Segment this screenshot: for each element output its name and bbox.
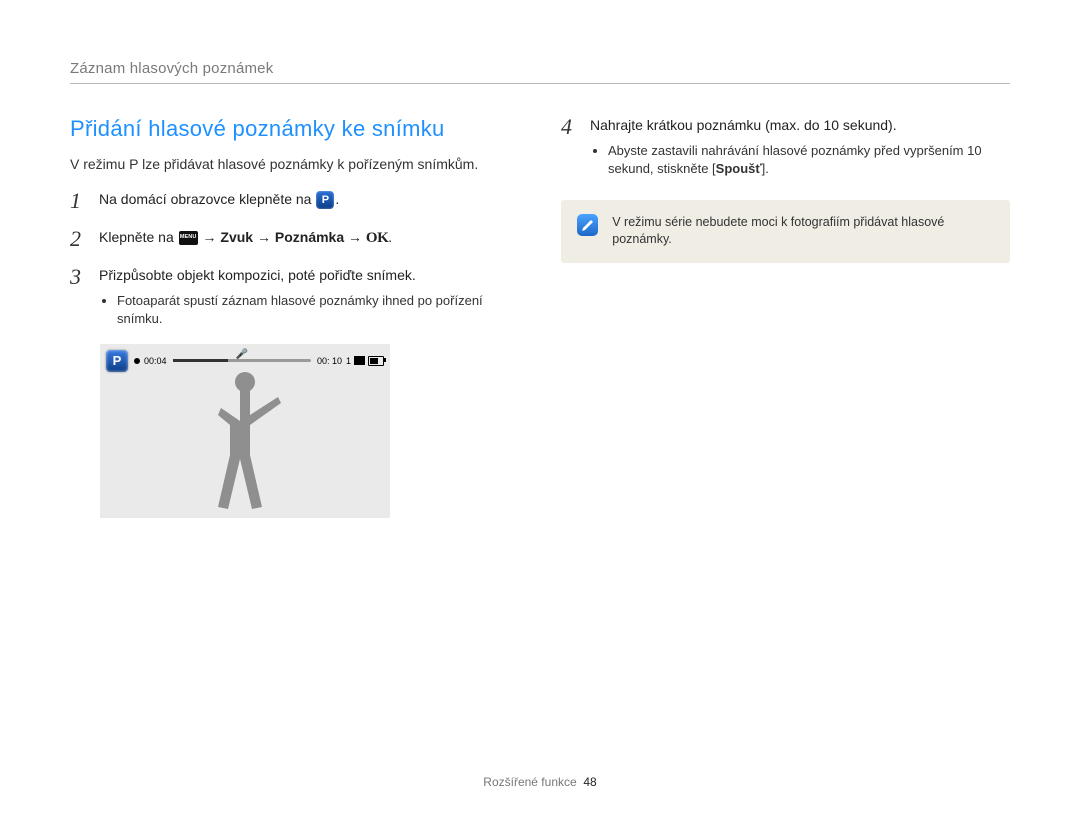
step-number: 2 — [70, 228, 88, 250]
step-body: Klepněte na MENU → Zvuk → Poznámka → OK. — [99, 228, 519, 249]
osd-elapsed: 00:04 — [144, 356, 167, 366]
step-number: 3 — [70, 266, 88, 288]
step1-post: . — [335, 191, 339, 207]
osd-count: 1 — [346, 356, 351, 366]
step-body: Nahrajte krátkou poznámku (max. do 10 se… — [590, 116, 1010, 178]
ok-icon: OK — [366, 230, 388, 246]
subtitle: Přidání hlasové poznámky ke snímku — [70, 116, 519, 142]
intro-text: V režimu P lze přidávat hlasové poznámky… — [70, 156, 519, 172]
step-2: 2 Klepněte na MENU → Zvuk → Poznámka → O… — [70, 228, 519, 250]
osd-right-cluster: 1 — [346, 356, 384, 366]
subject-silhouette — [200, 368, 290, 514]
page-footer: Rozšířené funkce 48 — [0, 775, 1080, 789]
manual-page: Záznam hlasových poznámek Přidání hlasov… — [0, 0, 1080, 815]
arrow: → — [253, 229, 275, 245]
step-4: 4 Nahrajte krátkou poznámku (max. do 10 … — [561, 116, 1010, 178]
step-1: 1 Na domácí obrazovce klepněte na P. — [70, 190, 519, 212]
step-body: Na domácí obrazovce klepněte na P. — [99, 190, 519, 210]
bullet-list: Abyste zastavili nahrávání hlasové pozná… — [590, 142, 1010, 178]
content-columns: Přidání hlasové poznámky ke snímku V rež… — [70, 116, 1010, 518]
right-column: 4 Nahrajte krátkou poznámku (max. do 10 … — [561, 116, 1010, 518]
bullet-list: Fotoaparát spustí záznam hlasové poznámk… — [99, 292, 519, 328]
note-icon — [577, 214, 598, 236]
step3-text: Přizpůsobte objekt kompozici, poté pořiď… — [99, 267, 416, 283]
step1-pre: Na domácí obrazovce klepněte na — [99, 191, 315, 207]
bullet-pre: Abyste zastavili nahrávání hlasové pozná… — [608, 143, 982, 176]
camera-preview: P 00:04 🎤 00: 10 1 — [100, 344, 390, 518]
step4-bullet: Abyste zastavili nahrávání hlasové pozná… — [608, 142, 1010, 178]
step4-text: Nahrajte krátkou poznámku (max. do 10 se… — [590, 117, 897, 133]
zvuk-label: Zvuk — [220, 229, 253, 245]
note-text: V režimu série nebudete moci k fotografi… — [612, 214, 994, 249]
section-header: Záznam hlasových poznámek — [70, 60, 1010, 84]
step2-pre: Klepněte na — [99, 229, 178, 245]
step2-post: . — [388, 229, 392, 245]
step3-bullet: Fotoaparát spustí záznam hlasové poznámk… — [117, 292, 519, 328]
menu-icon: MENU — [179, 231, 198, 245]
note-box: V režimu série nebudete moci k fotografi… — [561, 200, 1010, 263]
storage-icon — [354, 356, 365, 365]
left-column: Přidání hlasové poznámky ke snímku V rež… — [70, 116, 519, 518]
battery-icon — [368, 356, 384, 366]
record-dot-icon — [134, 358, 140, 364]
bullet-post: ]. — [762, 161, 769, 176]
osd-total: 00: 10 — [317, 356, 342, 366]
bullet-bold: Spoušť — [716, 161, 762, 176]
poznamka-label: Poznámka — [275, 229, 344, 245]
page-number: 48 — [583, 775, 596, 789]
step-3: 3 Přizpůsobte objekt kompozici, poté poř… — [70, 266, 519, 328]
microphone-icon: 🎤 — [236, 349, 248, 360]
p-mode-icon: P — [316, 191, 334, 209]
step-number: 4 — [561, 116, 579, 138]
footer-label: Rozšířené funkce — [483, 775, 576, 789]
step-body: Přizpůsobte objekt kompozici, poté pořiď… — [99, 266, 519, 328]
arrow: → — [344, 229, 366, 245]
osd-progress-bar: 🎤 — [173, 359, 311, 362]
p-mode-badge-icon: P — [106, 350, 128, 372]
arrow: → — [199, 229, 221, 245]
step-number: 1 — [70, 190, 88, 212]
